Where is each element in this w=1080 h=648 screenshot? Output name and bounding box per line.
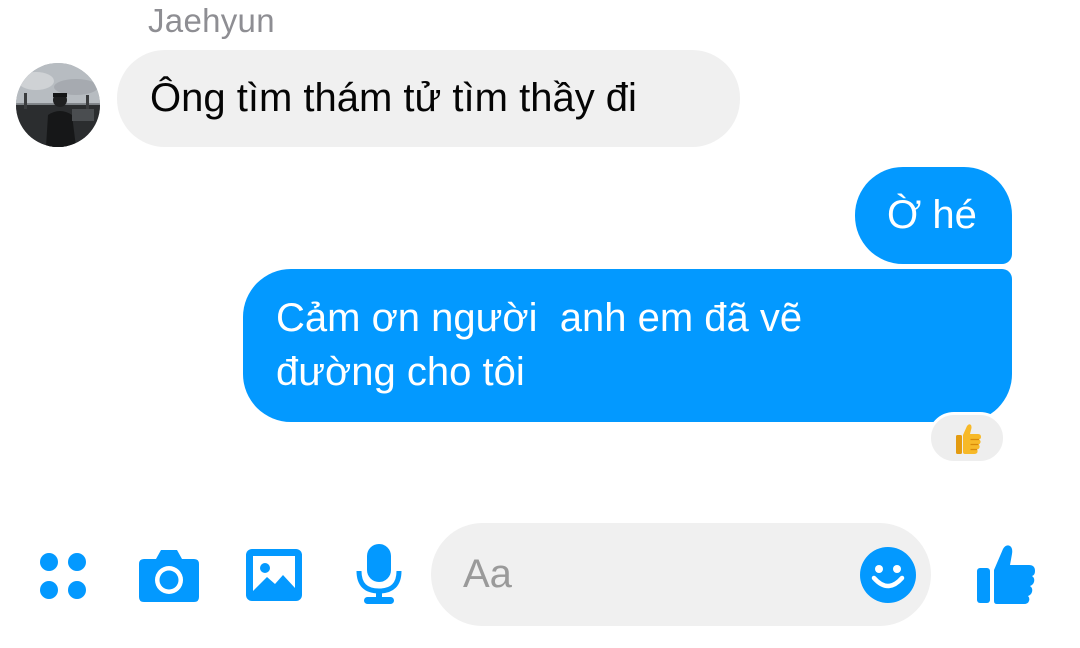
outgoing-message-bubble[interactable]: Ờ hé bbox=[855, 167, 1012, 264]
message-input-box[interactable] bbox=[431, 523, 931, 626]
outgoing-message-line: Cảm ơn người anh em đã vẽ bbox=[276, 296, 803, 340]
thumbs-up-icon[interactable] bbox=[975, 543, 1037, 605]
outgoing-message-bubble[interactable]: Cảm ơn người anh em đã vẽ đường cho tôi bbox=[243, 269, 1012, 422]
gallery-icon[interactable] bbox=[245, 548, 303, 602]
message-reaction[interactable] bbox=[928, 412, 1006, 464]
incoming-message-text: Ông tìm thám tử tìm thầy đi bbox=[150, 76, 637, 120]
thumbs-up-emoji bbox=[956, 424, 981, 454]
more-apps-icon[interactable] bbox=[38, 551, 90, 603]
avatar[interactable] bbox=[16, 63, 100, 147]
chat-screen: Jaehyun Ông tìm thám tử tìm thầy đi Ờ hé… bbox=[0, 0, 1080, 648]
avatar-photo bbox=[16, 63, 100, 147]
microphone-icon[interactable] bbox=[355, 543, 403, 605]
message-input[interactable] bbox=[463, 549, 843, 599]
sender-name: Jaehyun bbox=[148, 2, 275, 39]
camera-icon[interactable] bbox=[138, 547, 200, 603]
outgoing-message-line: đường cho tôi bbox=[276, 350, 525, 394]
incoming-message-bubble[interactable]: Ông tìm thám tử tìm thầy đi bbox=[117, 50, 740, 147]
outgoing-message-text: Ờ hé bbox=[887, 193, 977, 237]
emoji-icon[interactable] bbox=[859, 546, 917, 604]
